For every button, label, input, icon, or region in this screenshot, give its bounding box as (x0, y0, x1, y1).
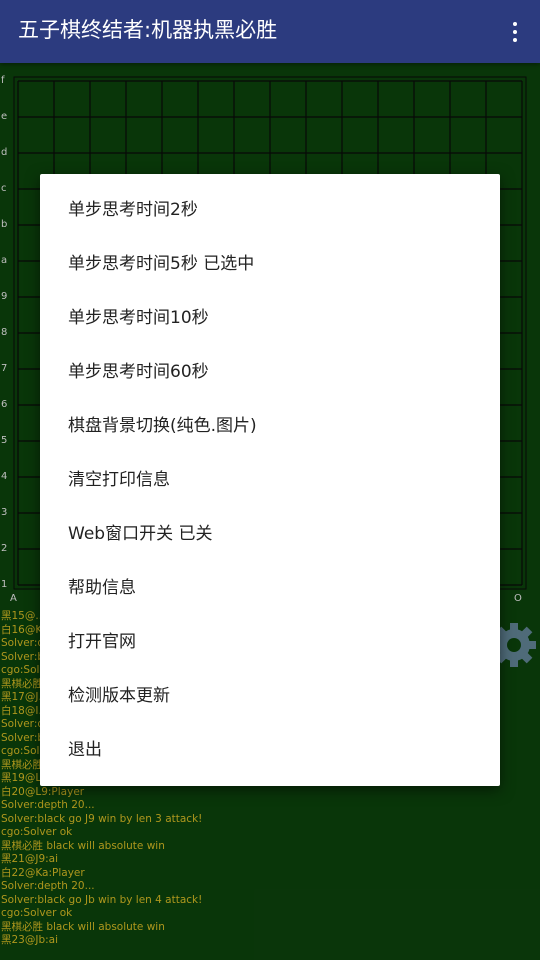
menu-item-board-background[interactable]: 棋盘背景切换(纯色.图片) (40, 399, 500, 453)
menu-item-label: 帮助信息 (68, 578, 136, 598)
menu-item-label: 单步思考时间10秒 (68, 308, 209, 328)
menu-item-label: 单步思考时间2秒 (68, 200, 198, 220)
menu-item-help[interactable]: 帮助信息 (40, 561, 500, 615)
app-screen: 五子棋终结者:机器执黑必胜 fedcba987654321 A O 黑15@..… (0, 0, 540, 960)
menu-item-think-10s[interactable]: 单步思考时间10秒 (40, 291, 500, 345)
menu-item-label: 检测版本更新 (68, 686, 170, 706)
menu-item-clear-log[interactable]: 清空打印信息 (40, 453, 500, 507)
menu-item-label: 退出 (68, 740, 102, 760)
menu-item-web-window[interactable]: Web窗口开关 已关 (40, 507, 500, 561)
menu-item-label: 单步思考时间5秒 已选中 (68, 254, 255, 274)
menu-item-label: Web窗口开关 已关 (68, 524, 213, 544)
menu-item-check-update[interactable]: 检测版本更新 (40, 669, 500, 723)
menu-item-exit[interactable]: 退出 (40, 723, 500, 777)
menu-item-official-site[interactable]: 打开官网 (40, 615, 500, 669)
menu-item-label: 单步思考时间60秒 (68, 362, 209, 382)
menu-item-think-2s[interactable]: 单步思考时间2秒 (40, 183, 500, 237)
options-menu: 单步思考时间2秒 单步思考时间5秒 已选中 单步思考时间10秒 单步思考时间60… (40, 174, 500, 786)
app-title: 五子棋终结者:机器执黑必胜 (18, 18, 278, 42)
menu-item-label: 棋盘背景切换(纯色.图片) (68, 416, 257, 436)
menu-item-label: 清空打印信息 (68, 470, 170, 490)
overflow-menu-icon[interactable] (500, 16, 530, 48)
menu-item-think-5s[interactable]: 单步思考时间5秒 已选中 (40, 237, 500, 291)
menu-item-think-60s[interactable]: 单步思考时间60秒 (40, 345, 500, 399)
app-bar: 五子棋终结者:机器执黑必胜 (0, 0, 540, 63)
menu-item-label: 打开官网 (68, 632, 136, 652)
